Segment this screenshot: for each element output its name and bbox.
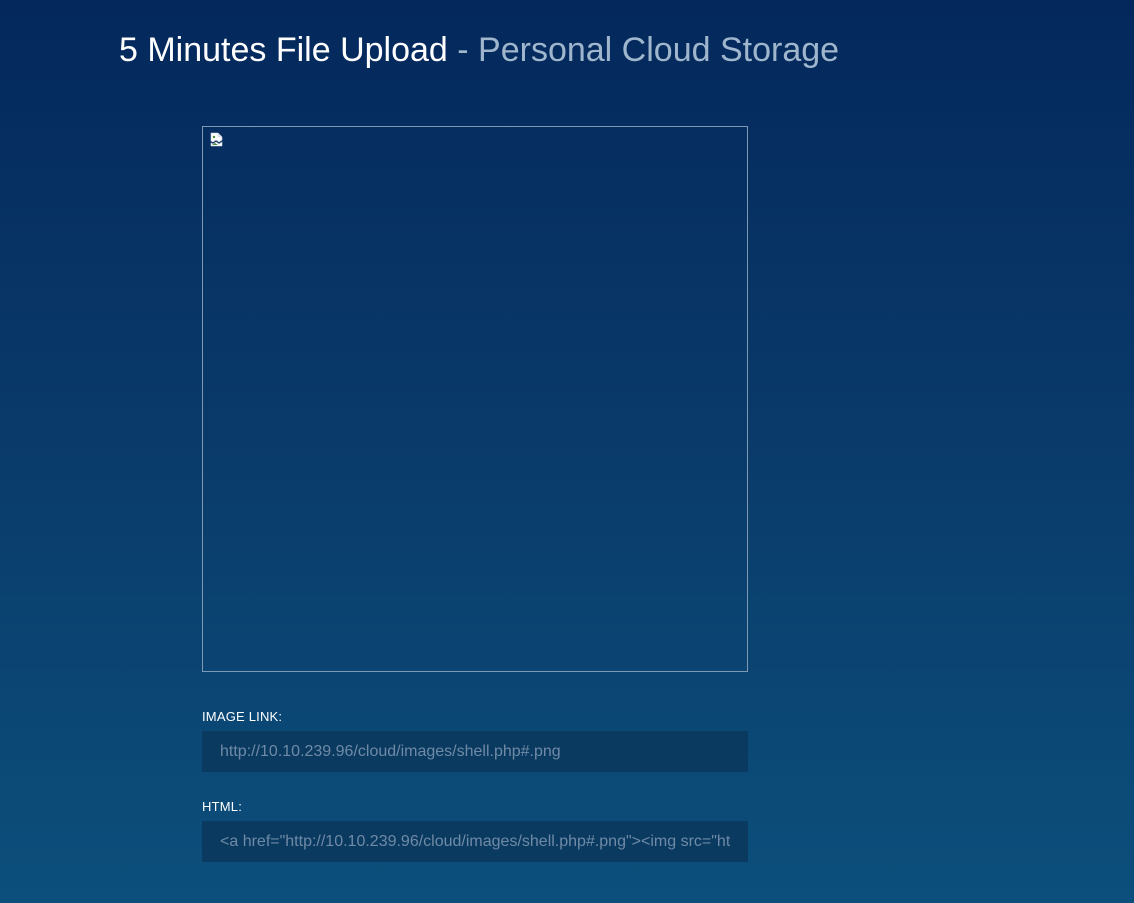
page-title: 5 Minutes File Upload - Personal Cloud S… <box>119 30 839 71</box>
image-link-label: IMAGE LINK: <box>202 709 283 724</box>
image-link-field[interactable] <box>202 731 748 772</box>
html-code-label: HTML: <box>202 799 242 814</box>
html-code-field[interactable] <box>202 821 748 862</box>
app-subtitle: Personal Cloud Storage <box>478 31 840 69</box>
app-title: 5 Minutes File Upload <box>119 31 448 69</box>
broken-image-icon <box>210 132 223 147</box>
image-preview[interactable] <box>202 126 748 672</box>
title-separator: - <box>447 31 479 69</box>
